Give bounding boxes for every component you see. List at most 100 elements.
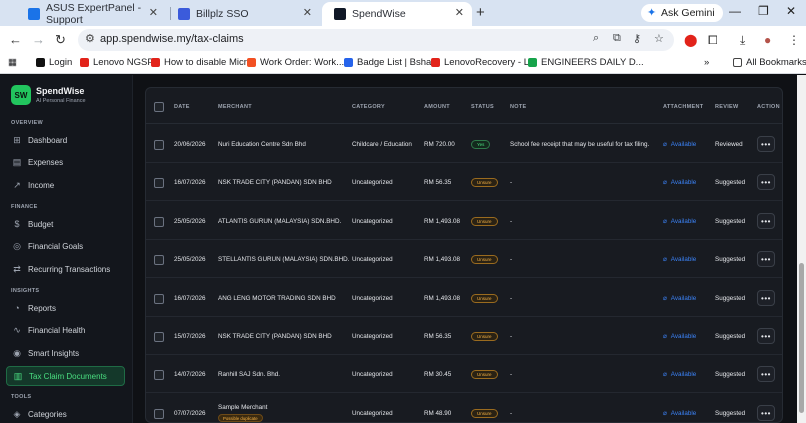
scrollbar-thumb[interactable] [799,263,804,413]
row-action-menu-button[interactable]: ••• [757,290,775,306]
row-checkbox[interactable] [154,140,164,150]
url-text[interactable]: app.spendwise.my/tax-claims [100,33,244,45]
window-close-icon[interactable]: ✕ [786,4,796,18]
sidebar-item-categories[interactable]: ◈ Categories [6,405,125,423]
row-action-menu-button[interactable]: ••• [757,136,775,152]
attachment-link[interactable]: ⌀ Available [663,295,696,302]
row-review: Suggested [715,333,746,340]
restore-icon[interactable]: ❐ [758,4,769,18]
row-amount: RM 720.00 [424,141,455,148]
row-checkbox[interactable] [154,178,164,188]
sidebar-item-dashboard[interactable]: ⊞ Dashboard [6,131,125,151]
bookmark-label: LenovoRecovery - L... [444,57,537,68]
row-checkbox[interactable] [154,255,164,265]
row-checkbox[interactable] [154,332,164,342]
sidebar-item-recurring-transactions[interactable]: ⇄ Recurring Transactions [6,260,125,280]
forward-arrow-icon[interactable]: → [32,32,45,47]
sidebar-item-income[interactable]: ↗ Income [6,176,125,196]
table-row[interactable]: 07/07/2026 Sample Merchant Possible duplic… [146,394,782,422]
bookmark-lenovo-ngsp[interactable]: Lenovo NGSP [80,57,154,68]
attachment-link[interactable]: ⌀ Available [663,218,696,225]
password-key-icon[interactable]: ⚷ [633,32,641,45]
header-category[interactable]: CATEGORY [352,104,385,110]
row-action-menu-button[interactable]: ••• [757,251,775,267]
tab-spendwise[interactable]: SpendWise ✕ [322,2,472,26]
site-info-icon[interactable]: ⚙ [85,32,95,45]
bookmark-badge-list[interactable]: Badge List | Bsharp [344,57,440,68]
row-action-menu-button[interactable]: ••• [757,366,775,382]
row-checkbox[interactable] [154,409,164,419]
table-row[interactable]: 25/05/2026 ATLANTIS GURUN (MALAYSIA) SDN.… [146,202,782,240]
header-status[interactable]: STATUS [471,104,494,110]
attachment-link[interactable]: ⌀ Available [663,371,696,378]
attachment-link[interactable]: ⌀ Available [663,256,696,263]
profile-avatar-icon[interactable]: ● [764,33,771,47]
dollar-icon: $ [14,219,20,229]
address-bar[interactable]: ⚙ app.spendwise.my/tax-claims ⌕ ⧉ ⚷ ☆ [78,29,674,51]
row-action-menu-button[interactable]: ••• [757,174,775,190]
tab-billplz-sso[interactable]: Billplz SSO ✕ [166,2,320,26]
minimize-icon[interactable]: — [729,4,741,18]
back-arrow-icon[interactable]: ← [9,32,22,47]
status-badge: Unsure [471,294,498,303]
bookmark-disable-micr[interactable]: How to disable Micr... [151,57,254,68]
select-all-checkbox[interactable] [154,102,164,112]
header-review[interactable]: REVIEW [715,104,739,110]
extension-shield-icon[interactable]: ⬤ [684,33,697,47]
attachment-link[interactable]: ⌀ Available [663,141,696,148]
sidebar-item-smart-insights[interactable]: ◉ Smart Insights [6,344,125,364]
extensions-puzzle-icon[interactable]: ⧠ [708,33,718,48]
downloads-icon[interactable]: ⤓ [740,33,745,48]
sidebar-item-budget[interactable]: $ Budget [6,215,125,235]
sidebar-item-tax-claim-documents[interactable]: ▥ Tax Claim Documents [6,366,125,386]
ask-gemini-button[interactable]: ✦ Ask Gemini [641,4,723,22]
attachment-link[interactable]: ⌀ Available [663,410,696,417]
section-finance: FINANCE [11,204,38,210]
row-checkbox[interactable] [154,370,164,380]
zoom-icon[interactable]: ⌕ [593,32,599,45]
asus-favicon-icon [28,8,40,20]
bookmark-star-icon[interactable]: ☆ [654,32,664,45]
sidebar-item-financial-goals[interactable]: ◎ Financial Goals [6,237,125,257]
close-tab-icon[interactable]: ✕ [303,6,312,19]
new-tab-icon[interactable]: + [476,4,485,21]
row-merchant: ATLANTIS GURUN (MALAYSIA) SDN.BHD. [218,218,342,225]
table-row[interactable]: 14/07/2026 Ranhill SAJ Sdn. Bhd. Uncategor… [146,355,782,393]
bookmark-work-order[interactable]: Work Order: Work... [247,57,344,68]
all-bookmarks-folder[interactable]: All Bookmarks [733,57,806,68]
sidebar-item-financial-health[interactable]: ∿ Financial Health [6,321,125,341]
bookmark-lenovo-recovery[interactable]: LenovoRecovery - L... [431,57,537,68]
attachment-link[interactable]: ⌀ Available [663,333,696,340]
tab-asus-expertpanel[interactable]: ASUS ExpertPanel - Support ✕ [16,2,166,26]
row-action-menu-button[interactable]: ••• [757,328,775,344]
table-row[interactable]: 15/07/2026 NSK TRADE CITY (PANDAN) SDN BH… [146,317,782,355]
table-row[interactable]: 16/07/2026 NSK TRADE CITY (PANDAN) SDN BH… [146,163,782,201]
header-amount[interactable]: AMOUNT [424,104,450,110]
apps-grid-icon[interactable]: ▦ [8,57,17,68]
row-checkbox[interactable] [154,294,164,304]
table-row[interactable]: 16/07/2026 ANG LENG MOTOR TRADING SDN BHD… [146,279,782,317]
paperclip-icon: ⌀ [663,218,667,225]
close-tab-icon[interactable]: ✕ [455,6,464,19]
table-row[interactable]: 20/06/2026 Nuri Education Centre Sdn Bhd C… [146,125,782,163]
spendwise-favicon-icon [334,8,346,20]
close-tab-icon[interactable]: ✕ [149,6,158,19]
row-action-menu-button[interactable]: ••• [757,213,775,229]
sidebar-item-expenses[interactable]: ▤ Expenses [6,153,125,173]
row-checkbox[interactable] [154,217,164,227]
browser-menu-icon[interactable]: ⋮ [788,33,800,47]
attachment-link[interactable]: ⌀ Available [663,179,696,186]
sidebar-item-reports[interactable]: ◔ Reports [6,299,125,319]
sidebar-item-label: Financial Health [28,326,86,335]
header-date[interactable]: DATE [174,104,190,110]
bookmark-engineers-daily[interactable]: ENGINEERS DAILY D... [528,57,644,68]
reload-icon[interactable]: ↻ [55,32,66,48]
row-category: Uncategorized [352,410,393,417]
bookmark-label: ENGINEERS DAILY D... [541,57,644,68]
header-merchant[interactable]: MERCHANT [218,104,252,110]
row-action-menu-button[interactable]: ••• [757,405,775,421]
more-bookmarks-icon[interactable]: » [704,57,709,68]
table-row[interactable]: 25/05/2026 STELLANTIS GURUN (MALAYSIA) SD… [146,240,782,278]
bookmark-login[interactable]: Login [36,57,72,68]
install-app-icon[interactable]: ⧉ [613,32,621,45]
